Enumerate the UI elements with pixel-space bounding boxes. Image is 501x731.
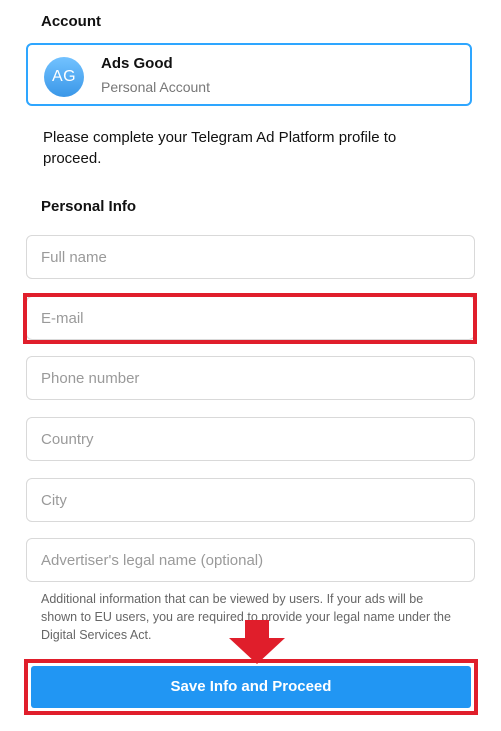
arrow-down-icon	[229, 620, 285, 664]
account-card[interactable]: AG Ads Good Personal Account	[26, 43, 472, 106]
avatar: AG	[44, 57, 84, 97]
phone-input[interactable]	[41, 357, 461, 399]
legal-name-field	[26, 538, 475, 582]
account-type: Personal Account	[101, 79, 210, 95]
account-section-title: Account	[41, 13, 101, 30]
save-info-proceed-button[interactable]: Save Info and Proceed	[31, 666, 471, 708]
city-input[interactable]	[41, 479, 461, 521]
personal-info-section-title: Personal Info	[41, 198, 137, 215]
email-field	[26, 296, 475, 340]
phone-field	[26, 356, 475, 400]
save-button-highlight-box: Save Info and Proceed	[24, 659, 478, 715]
profile-form-page: Account AG Ads Good Personal Account Ple…	[0, 0, 501, 731]
country-field	[26, 417, 475, 461]
city-field	[26, 478, 475, 522]
email-input[interactable]	[41, 297, 461, 339]
intro-text: Please complete your Telegram Ad Platfor…	[43, 129, 397, 167]
account-name: Ads Good	[101, 55, 173, 72]
full-name-field	[26, 235, 475, 279]
full-name-input[interactable]	[41, 236, 461, 278]
legal-name-input[interactable]	[41, 539, 461, 581]
country-input[interactable]	[41, 418, 461, 460]
